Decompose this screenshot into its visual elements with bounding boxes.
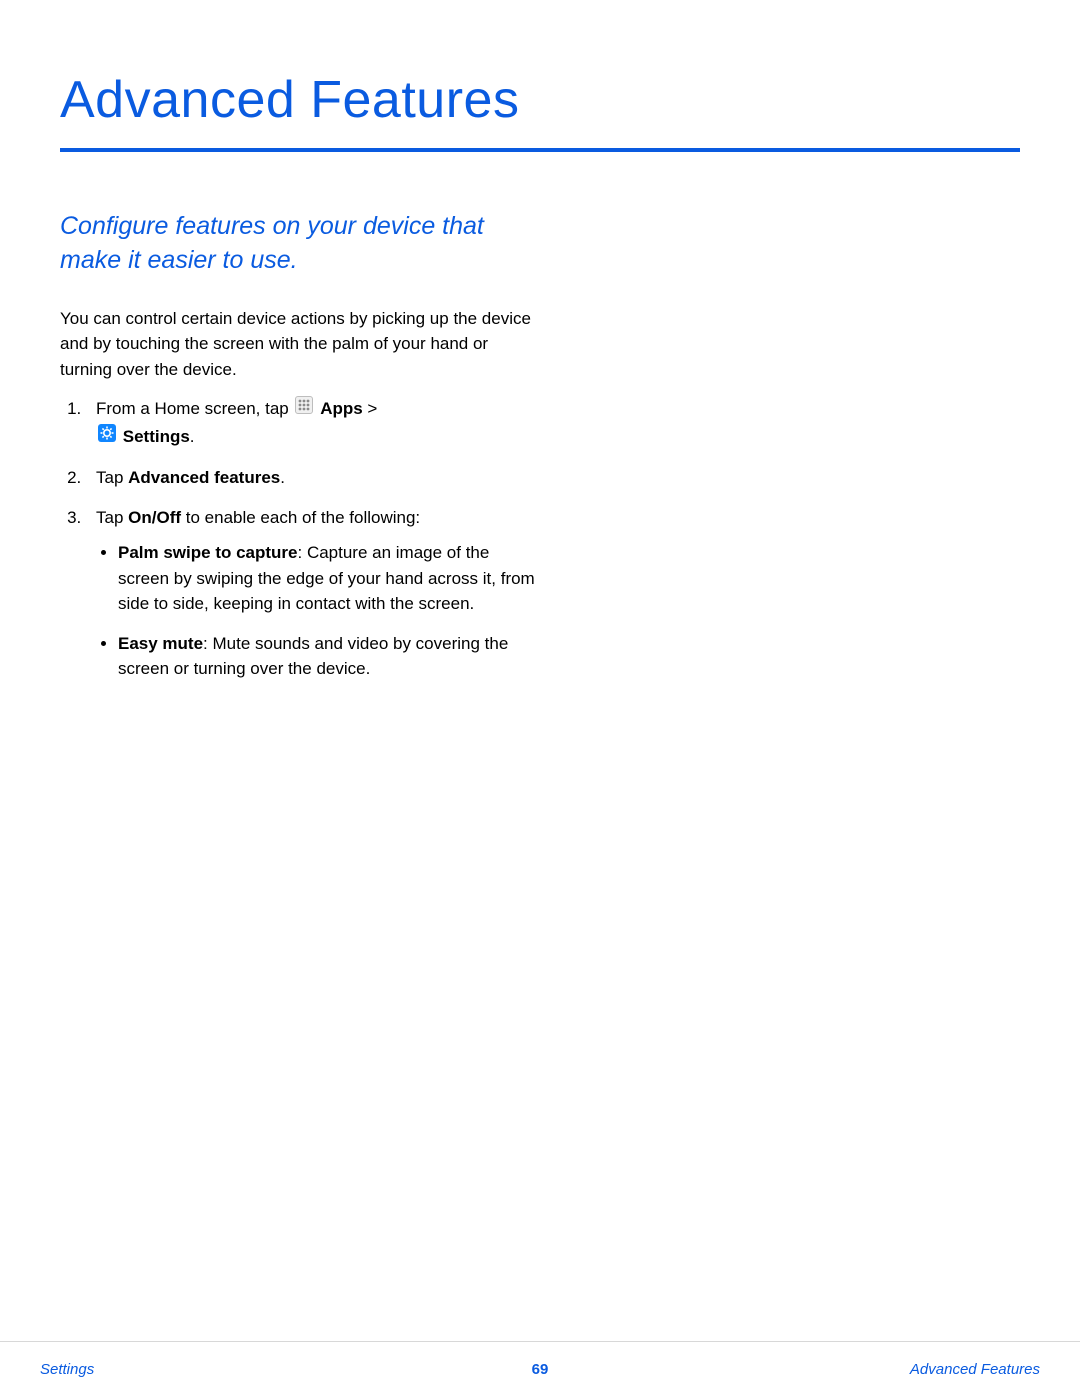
step-1-settings-label: Settings — [123, 427, 190, 446]
bullet-palm-swipe: Palm swipe to capture: Capture an image … — [118, 540, 540, 617]
title-rule — [60, 148, 1020, 152]
bullet-1-bold: Palm swipe to capture — [118, 543, 298, 562]
apps-icon — [295, 396, 313, 422]
step-3-suffix: to enable each of the following: — [181, 508, 420, 527]
step-3: Tap On/Off to enable each of the followi… — [86, 505, 540, 682]
step-2: Tap Advanced features. — [86, 465, 540, 491]
footer-right: Advanced Features — [910, 1361, 1040, 1378]
steps-list: From a Home screen, tap Apps > Settings.… — [60, 396, 540, 682]
page-subtitle: Configure features on your device that m… — [60, 210, 520, 278]
page-title: Advanced Features — [60, 70, 1020, 130]
body-column: You can control certain device actions b… — [60, 306, 540, 682]
step-1-text-prefix: From a Home screen, tap — [96, 399, 293, 418]
bullet-easy-mute: Easy mute: Mute sounds and video by cove… — [118, 631, 540, 682]
manual-page: Advanced Features Configure features on … — [0, 0, 1080, 1397]
step-3-bold: On/Off — [128, 508, 181, 527]
step-2-prefix: Tap — [96, 468, 128, 487]
step-1-apps-label: Apps — [320, 399, 363, 418]
step-1: From a Home screen, tap Apps > Settings. — [86, 396, 540, 451]
bullet-2-bold: Easy mute — [118, 634, 203, 653]
step-2-period: . — [280, 468, 285, 487]
settings-icon — [98, 424, 116, 450]
intro-paragraph: You can control certain device actions b… — [60, 306, 540, 383]
step-1-period: . — [190, 427, 195, 446]
footer-page-number: 69 — [532, 1361, 549, 1378]
footer-left: Settings — [40, 1361, 94, 1378]
page-footer: Settings 69 Advanced Features — [0, 1341, 1080, 1397]
step-2-bold: Advanced features — [128, 468, 280, 487]
step-1-gt: > — [363, 399, 378, 418]
step-3-prefix: Tap — [96, 508, 128, 527]
bullets-list: Palm swipe to capture: Capture an image … — [96, 540, 540, 682]
